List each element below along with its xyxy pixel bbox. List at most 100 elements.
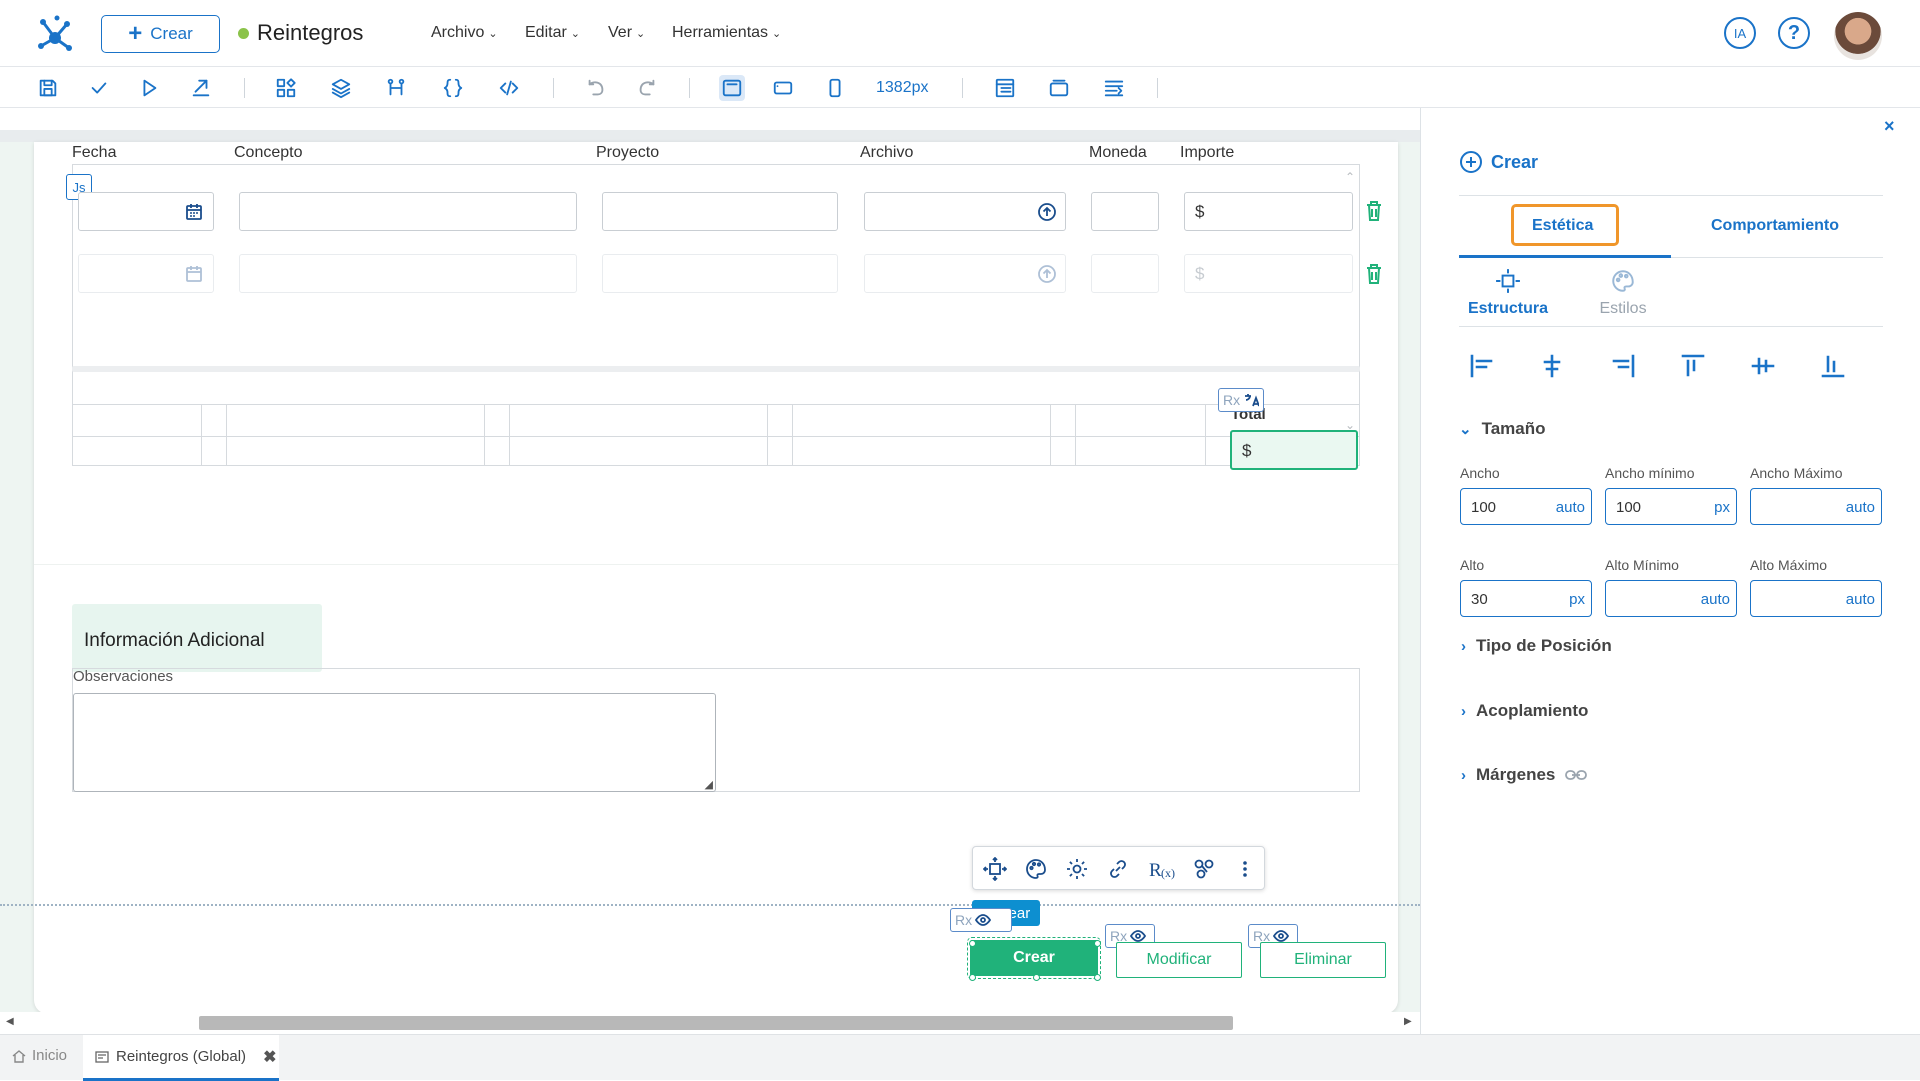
link-icon[interactable]	[1106, 857, 1130, 881]
tablet-view-icon[interactable]	[770, 75, 796, 101]
resize-handle[interactable]	[1094, 974, 1101, 981]
mobile-view-icon[interactable]	[822, 75, 848, 101]
formula-rx-icon[interactable]: R (x)	[1147, 857, 1177, 881]
section-acoplamiento[interactable]: › Acoplamiento	[1461, 701, 1588, 721]
resize-handle[interactable]	[1033, 974, 1040, 981]
max-width-unit[interactable]: auto	[1846, 499, 1875, 516]
app-logo-icon[interactable]	[35, 14, 75, 54]
components-icon[interactable]	[273, 75, 299, 101]
window-icon[interactable]	[1046, 75, 1072, 101]
desktop-view-icon[interactable]	[719, 75, 745, 101]
align-center-vertical-icon[interactable]	[1749, 352, 1777, 380]
concept-input[interactable]	[239, 192, 577, 231]
menu-editar[interactable]: Editar ⌄	[525, 24, 580, 42]
close-panel-icon[interactable]: ×	[1884, 116, 1895, 137]
section-margenes[interactable]: › Márgenes	[1461, 765, 1588, 785]
section-tipo-posicion[interactable]: › Tipo de Posición	[1461, 636, 1612, 656]
height-input[interactable]: 30 px	[1460, 580, 1592, 617]
file-input[interactable]	[864, 192, 1066, 231]
align-bottom-icon[interactable]	[1819, 352, 1847, 380]
align-right-icon[interactable]	[1609, 352, 1637, 380]
max-height-unit[interactable]: auto	[1846, 591, 1875, 608]
settings-gear-icon[interactable]	[1065, 857, 1089, 881]
modificar-button[interactable]: Modificar	[1116, 942, 1242, 978]
flow-icon[interactable]	[383, 75, 409, 101]
width-input[interactable]: 100 auto	[1460, 488, 1592, 525]
date-input[interactable]	[78, 192, 214, 231]
min-width-input[interactable]: 100 px	[1605, 488, 1737, 525]
scroll-left-icon[interactable]: ◀	[6, 1016, 14, 1027]
panel-create-button[interactable]: Crear	[1459, 150, 1538, 174]
code-icon[interactable]	[496, 75, 522, 101]
help-button[interactable]: ?	[1778, 17, 1810, 49]
menu-ver[interactable]: Ver ⌄	[608, 24, 645, 42]
menu-archivo[interactable]: Archivo ⌄	[431, 24, 498, 42]
max-width-input[interactable]: auto	[1750, 488, 1882, 525]
delete-row-icon[interactable]	[1365, 200, 1383, 222]
move-icon[interactable]	[983, 857, 1007, 881]
align-left-icon[interactable]	[1468, 352, 1496, 380]
horizontal-scrollbar[interactable]: ◀ ▶	[0, 1012, 1420, 1034]
publish-icon[interactable]	[188, 75, 214, 101]
upload-icon[interactable]	[1037, 202, 1057, 222]
scrollbar-thumb[interactable]	[199, 1016, 1233, 1030]
save-icon[interactable]	[35, 75, 61, 101]
tab-comportamiento[interactable]: Comportamiento	[1711, 217, 1839, 235]
eliminar-button[interactable]: Eliminar	[1260, 942, 1386, 978]
more-vertical-icon[interactable]	[1233, 857, 1257, 881]
canvas-width-readout[interactable]: 1382px	[876, 79, 929, 97]
resize-handle[interactable]	[969, 974, 976, 981]
crear-button[interactable]: Crear	[967, 937, 1101, 979]
braces-icon[interactable]	[440, 75, 466, 101]
menu-herramientas[interactable]: Herramientas ⌄	[672, 24, 781, 42]
total-amount-field[interactable]: $	[1230, 430, 1358, 470]
calendar-icon[interactable]	[185, 265, 203, 283]
link-icon[interactable]	[1565, 768, 1588, 782]
concept-input[interactable]	[239, 254, 577, 293]
grid-scroll-up-icon[interactable]: ⌃	[1345, 170, 1355, 184]
section-tamano[interactable]: ⌄ Tamaño	[1459, 419, 1546, 439]
amount-input[interactable]: $	[1184, 254, 1353, 293]
file-input[interactable]	[864, 254, 1066, 293]
subtab-estilos[interactable]: Estilos	[1576, 268, 1670, 318]
tab-estetica[interactable]: Estética	[1532, 217, 1593, 235]
check-icon[interactable]	[86, 75, 112, 101]
tab-inicio[interactable]: Inicio	[12, 1047, 67, 1064]
observations-textarea[interactable]: ◢	[73, 693, 716, 792]
scroll-right-icon[interactable]: ▶	[1404, 1016, 1412, 1027]
close-tab-icon[interactable]: ✖	[263, 1047, 276, 1067]
min-height-input[interactable]: auto	[1605, 580, 1737, 617]
min-height-unit[interactable]: auto	[1701, 591, 1730, 608]
resize-handle[interactable]	[969, 940, 976, 947]
max-height-input[interactable]: auto	[1750, 580, 1882, 617]
avatar[interactable]	[1834, 12, 1882, 60]
tab-reintegros[interactable]: Reintegros (Global) ✖	[83, 1035, 279, 1081]
align-center-horizontal-icon[interactable]	[1538, 352, 1566, 380]
play-icon[interactable]	[136, 75, 162, 101]
redo-icon[interactable]	[634, 75, 660, 101]
create-new-button[interactable]: + Crear	[101, 15, 220, 53]
ai-assistant-button[interactable]: IA	[1724, 17, 1756, 49]
min-width-unit[interactable]: px	[1714, 499, 1730, 516]
resize-handle[interactable]	[1094, 940, 1101, 947]
subtab-estructura[interactable]: Estructura	[1461, 268, 1555, 318]
undo-icon[interactable]	[583, 75, 609, 101]
resize-handle-icon[interactable]: ◢	[705, 778, 713, 791]
rx-formula-badge[interactable]: Rx	[1218, 388, 1265, 412]
project-input[interactable]	[602, 192, 838, 231]
layers-icon[interactable]	[328, 75, 354, 101]
currency-input[interactable]	[1091, 192, 1159, 231]
rx-visibility-badge[interactable]: Rx	[950, 908, 1012, 932]
upload-icon[interactable]	[1037, 264, 1057, 284]
date-input[interactable]	[78, 254, 214, 293]
align-top-icon[interactable]	[1679, 352, 1707, 380]
palette-icon[interactable]	[1024, 857, 1048, 881]
form-settings-icon[interactable]	[1101, 75, 1127, 101]
layout-view-icon[interactable]	[992, 75, 1018, 101]
delete-row-icon[interactable]	[1365, 263, 1383, 285]
currency-input[interactable]	[1091, 254, 1159, 293]
amount-input[interactable]: $	[1184, 192, 1353, 231]
height-unit[interactable]: px	[1569, 591, 1585, 608]
calendar-icon[interactable]	[185, 203, 203, 221]
width-unit[interactable]: auto	[1556, 499, 1585, 516]
